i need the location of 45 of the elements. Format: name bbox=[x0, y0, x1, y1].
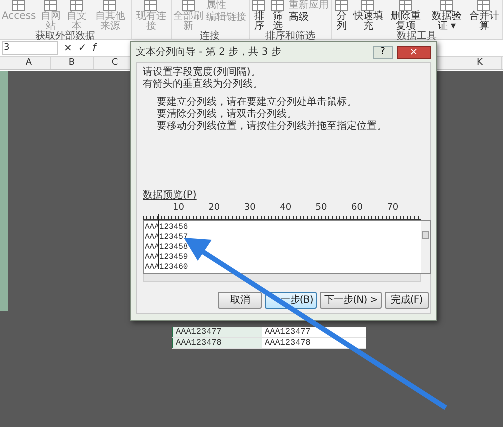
group-label: 排序和筛选 bbox=[264, 32, 316, 42]
table-cell-text: AAA123478 bbox=[264, 338, 312, 348]
dialog-button[interactable]: 取消 bbox=[218, 292, 262, 309]
scrollbar[interactable] bbox=[421, 221, 430, 273]
ribbon-button[interactable]: 合并计算 bbox=[468, 0, 500, 32]
ribbon-button[interactable]: 高级 bbox=[289, 12, 330, 23]
table-cell: AAA123478 bbox=[172, 338, 262, 348]
preview-row-text: AAA123460 bbox=[145, 263, 190, 273]
enter-button[interactable]: ✓ bbox=[78, 40, 87, 56]
instruction-text: 要清除分列线，请双击分列线。 bbox=[157, 109, 298, 120]
ruler-label: 40 bbox=[280, 204, 292, 213]
dialog-button[interactable]: 下一步(N) > bbox=[320, 292, 382, 309]
function-button[interactable]: f bbox=[92, 40, 96, 56]
group-label: 获取外部数据 bbox=[34, 32, 97, 42]
preview-label: 数据预览(P) bbox=[143, 190, 198, 202]
close-button[interactable]: × bbox=[397, 46, 431, 58]
scrollbar[interactable] bbox=[143, 274, 421, 282]
column-header[interactable]: K bbox=[459, 57, 502, 69]
instruction-text: 要建立分列线，请在要建立分列处单击鼠标。 bbox=[157, 97, 358, 108]
ruler-label: 20 bbox=[208, 204, 220, 213]
ruler-label: 50 bbox=[316, 204, 328, 213]
column-header[interactable]: A bbox=[8, 57, 51, 69]
ribbon-button[interactable]: 删除重复项 bbox=[387, 0, 426, 32]
ribbon-button[interactable]: 筛选 bbox=[270, 0, 286, 32]
help-button[interactable]: ? bbox=[373, 46, 393, 58]
instruction-text: 请设置字段宽度(列间隔)。 bbox=[143, 67, 262, 78]
ribbon-button[interactable]: 分列 bbox=[334, 0, 350, 32]
table-cell: AAA123477 bbox=[172, 327, 262, 337]
ribbon-button[interactable]: 快速填充 bbox=[352, 0, 384, 32]
dialog-button[interactable]: 完成(F) bbox=[385, 292, 429, 309]
ribbon-button[interactable]: 数据验证 ▾ bbox=[428, 0, 466, 32]
ruler-label: 30 bbox=[244, 204, 256, 213]
window-title: 文本分列向导 - 第 2 步，共 3 步 bbox=[136, 46, 282, 60]
group-label: 数据工具 bbox=[396, 32, 438, 42]
instruction-text: 要移动分列线位置，请按住分列线并拖至指定位置。 bbox=[157, 121, 388, 133]
name-box[interactable]: 3 bbox=[2, 41, 58, 55]
ribbon-button[interactable]: 排序 bbox=[252, 0, 268, 32]
group-label: 连接 bbox=[199, 32, 222, 42]
ruler-label: 10 bbox=[173, 204, 184, 213]
ruler-label: 70 bbox=[387, 204, 399, 213]
ruler-label: 60 bbox=[352, 204, 363, 213]
column-header[interactable]: B bbox=[51, 57, 94, 69]
table-cell-text: AAA123477 bbox=[264, 327, 312, 337]
instruction-text: 有箭头的垂直线为分列线。 bbox=[143, 79, 264, 91]
cancel-button[interactable]: × bbox=[64, 40, 72, 56]
